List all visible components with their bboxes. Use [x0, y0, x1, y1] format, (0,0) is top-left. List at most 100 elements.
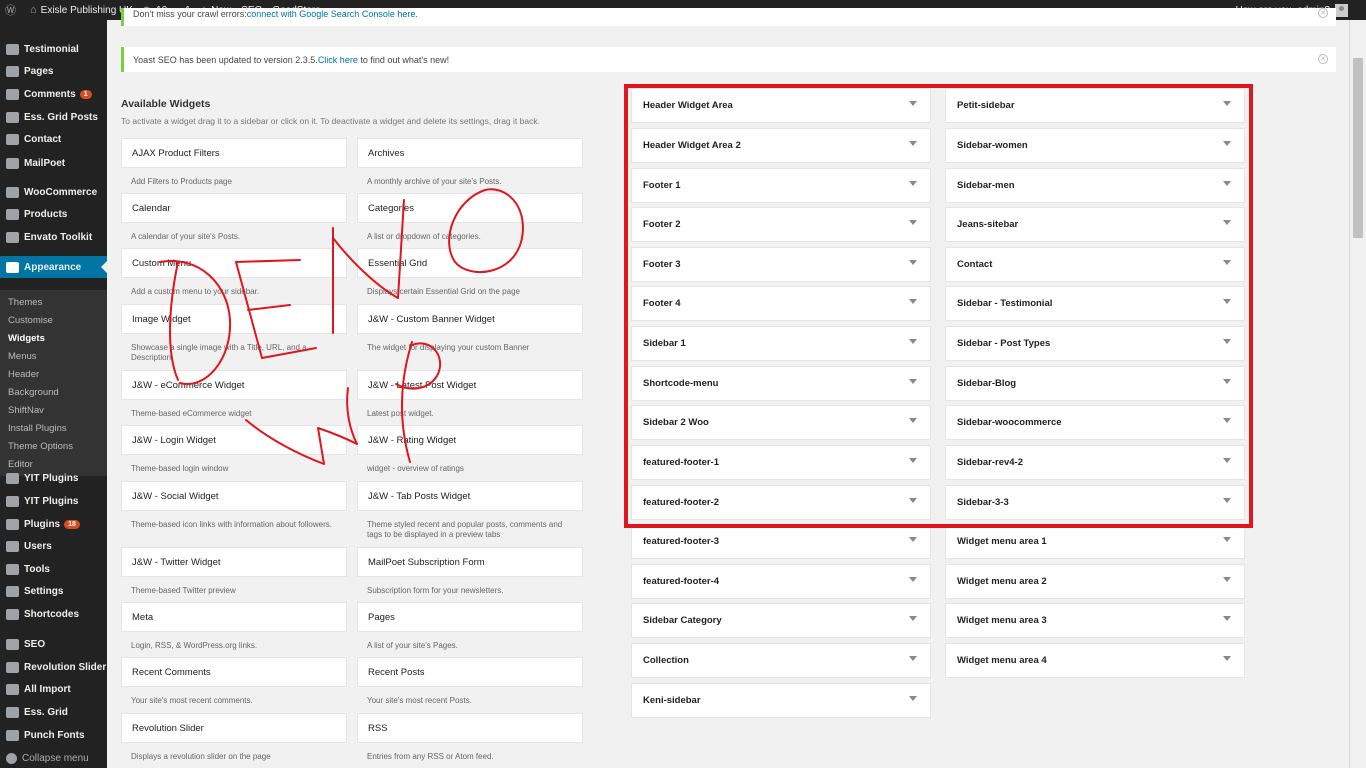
widget-ajax-product-filters[interactable]: AJAX Product Filters Add Filters to Produ…: [121, 138, 347, 187]
widget-title[interactable]: Archives: [357, 138, 583, 168]
widget-title[interactable]: J&W - Social Widget: [121, 481, 347, 511]
sidebar-area-sidebar-rev4-2[interactable]: Sidebar-rev4-2: [945, 445, 1245, 480]
sidebar-area-widget-menu-area-4[interactable]: Widget menu area 4: [945, 643, 1245, 678]
widget-jandw-tab-posts-widget[interactable]: J&W - Tab Posts Widget Theme styled recen…: [357, 481, 583, 540]
sidebar-item-products[interactable]: Products: [0, 203, 107, 225]
widget-jandw-ecommerce-widget[interactable]: J&W - eCommerce Widget Theme-based eComme…: [121, 370, 347, 419]
submenu-item-themes[interactable]: Themes: [8, 297, 42, 308]
sidebar-item-punch-fonts[interactable]: Punch Fonts: [0, 724, 107, 746]
widget-archives[interactable]: Archives A monthly archive of your site's…: [357, 138, 583, 187]
caret-down-icon[interactable]: [909, 299, 917, 304]
caret-down-icon[interactable]: [909, 260, 917, 265]
sidebar-area-jeans-sitebar[interactable]: Jeans-sitebar: [945, 207, 1245, 242]
submenu-item-shiftnav[interactable]: ShiftNav: [8, 405, 44, 416]
sidebar-area-keni-sidebar[interactable]: Keni-sidebar: [631, 683, 931, 718]
sidebar-area-sidebar-testimonial[interactable]: Sidebar - Testimonial: [945, 286, 1245, 321]
widget-revolution-slider[interactable]: Revolution Slider Displays a revolution s…: [121, 713, 347, 762]
caret-down-icon[interactable]: [1223, 379, 1231, 384]
widget-recent-comments[interactable]: Recent Comments Your site's most recent c…: [121, 657, 347, 706]
caret-down-icon[interactable]: [1223, 616, 1231, 621]
caret-down-icon[interactable]: [909, 101, 917, 106]
sidebar-item-revolution-slider[interactable]: Revolution Slider: [0, 656, 107, 678]
widget-rss[interactable]: RSS Entries from any RSS or Atom feed.: [357, 713, 583, 762]
caret-down-icon[interactable]: [909, 577, 917, 582]
widget-title[interactable]: Essential Grid: [357, 248, 583, 278]
widget-pages[interactable]: Pages A list of your site's Pages.: [357, 602, 583, 651]
widget-title[interactable]: Categories: [357, 193, 583, 223]
submenu-item-install-plugins[interactable]: Install Plugins: [8, 423, 67, 434]
widget-categories[interactable]: Categories A list or dropdown of categori…: [357, 193, 583, 242]
widget-title[interactable]: J&W - Twitter Widget: [121, 547, 347, 577]
sidebar-area-sidebar-blog[interactable]: Sidebar-Blog: [945, 366, 1245, 401]
caret-down-icon[interactable]: [909, 616, 917, 621]
widget-title[interactable]: Custom Menu: [121, 248, 347, 278]
sidebar-area-featured-footer-4[interactable]: featured-footer-4: [631, 564, 931, 599]
widget-title[interactable]: Calendar: [121, 193, 347, 223]
caret-down-icon[interactable]: [909, 696, 917, 701]
submenu-item-customise[interactable]: Customise: [8, 315, 53, 326]
caret-down-icon[interactable]: [909, 220, 917, 225]
search-console-link[interactable]: connect with Google Search Console here.: [247, 9, 418, 19]
widget-jandw-custom-banner-widget[interactable]: J&W - Custom Banner Widget The widget for…: [357, 304, 583, 353]
sidebar-area-header-widget-area[interactable]: Header Widget Area: [631, 88, 931, 123]
sidebar-area-sidebar-1[interactable]: Sidebar 1: [631, 326, 931, 361]
widget-jandw-latest-post-widget[interactable]: J&W - Latest Post Widget Latest post widg…: [357, 370, 583, 419]
widget-image-widget[interactable]: Image Widget Showcase a single image with…: [121, 304, 347, 363]
widget-meta[interactable]: Meta Login, RSS, & WordPress.org links.: [121, 602, 347, 651]
caret-down-icon[interactable]: [909, 141, 917, 146]
submenu-item-widgets[interactable]: Widgets: [8, 333, 45, 344]
sidebar-item-shortcodes[interactable]: Shortcodes: [0, 603, 107, 625]
sidebar-item-envato-toolkit[interactable]: Envato Toolkit: [0, 226, 107, 248]
widget-jandw-login-widget[interactable]: J&W - Login Widget Theme-based login wind…: [121, 425, 347, 474]
sidebar-item-yit-plugins-2[interactable]: YIT Plugins: [0, 490, 107, 512]
sidebar-area-widget-menu-area-1[interactable]: Widget menu area 1: [945, 524, 1245, 559]
caret-down-icon[interactable]: [909, 458, 917, 463]
widget-jandw-social-widget[interactable]: J&W - Social Widget Theme-based icon link…: [121, 481, 347, 530]
widget-title[interactable]: MailPoet Subscription Form: [357, 547, 583, 577]
sidebar-item-users[interactable]: Users: [0, 535, 107, 557]
caret-down-icon[interactable]: [1223, 260, 1231, 265]
caret-down-icon[interactable]: [1223, 498, 1231, 503]
sidebar-item-ess-grid[interactable]: Ess. Grid: [0, 701, 107, 723]
sidebar-area-sidebar-woocommerce[interactable]: Sidebar-woocommerce: [945, 405, 1245, 440]
sidebar-area-sidebar-men[interactable]: Sidebar-men: [945, 168, 1245, 203]
sidebar-item-yit-plugins[interactable]: YIT Plugins: [0, 467, 107, 489]
widget-jandw-rating-widget[interactable]: J&W - Rating Widget widget - overview of …: [357, 425, 583, 474]
widget-title[interactable]: J&W - eCommerce Widget: [121, 370, 347, 400]
caret-down-icon[interactable]: [909, 656, 917, 661]
submenu-item-header[interactable]: Header: [8, 369, 39, 380]
widget-calendar[interactable]: Calendar A calendar of your site's Posts.: [121, 193, 347, 242]
sidebar-item-tools[interactable]: Tools: [0, 558, 107, 580]
submenu-item-background[interactable]: Background: [8, 387, 59, 398]
sidebar-item-collapse-menu[interactable]: Collapse menu: [0, 747, 107, 768]
widget-title[interactable]: Revolution Slider: [121, 713, 347, 743]
submenu-item-theme-options[interactable]: Theme Options: [8, 441, 73, 452]
sidebar-item-all-import[interactable]: All Import: [0, 678, 107, 700]
caret-down-icon[interactable]: [1223, 101, 1231, 106]
sidebar-item-testimonial[interactable]: Testimonial: [0, 38, 107, 60]
sidebar-area-shortcode-menu[interactable]: Shortcode-menu: [631, 366, 931, 401]
sidebar-item-comments[interactable]: Comments 1: [0, 83, 107, 105]
sidebar-area-sidebar-category[interactable]: Sidebar Category: [631, 603, 931, 638]
widget-title[interactable]: J&W - Rating Widget: [357, 425, 583, 455]
sidebar-item-seo[interactable]: SEO: [0, 633, 107, 655]
widget-recent-posts[interactable]: Recent Posts Your site's most recent Post…: [357, 657, 583, 706]
sidebar-item-contact[interactable]: Contact: [0, 128, 107, 150]
sidebar-area-footer-2[interactable]: Footer 2: [631, 207, 931, 242]
submenu-item-menus[interactable]: Menus: [8, 351, 37, 362]
widget-title[interactable]: Meta: [121, 602, 347, 632]
sidebar-area-widget-menu-area-3[interactable]: Widget menu area 3: [945, 603, 1245, 638]
dismiss-icon[interactable]: ✕: [1318, 8, 1328, 18]
sidebar-area-petit-sidebar[interactable]: Petit-sidebar: [945, 88, 1245, 123]
sidebar-item-pages[interactable]: Pages: [0, 60, 107, 82]
widget-title[interactable]: AJAX Product Filters: [121, 138, 347, 168]
caret-down-icon[interactable]: [1223, 577, 1231, 582]
sidebar-item-woocommerce[interactable]: WooCommerce: [0, 181, 107, 203]
widget-essential-grid[interactable]: Essential Grid Displays certain Essential…: [357, 248, 583, 297]
scrollbar-thumb[interactable]: [1353, 58, 1363, 238]
widget-title[interactable]: RSS: [357, 713, 583, 743]
caret-down-icon[interactable]: [1223, 537, 1231, 542]
sidebar-area-sidebar-2-woo[interactable]: Sidebar 2 Woo: [631, 405, 931, 440]
sidebar-area-featured-footer-2[interactable]: featured-footer-2: [631, 485, 931, 520]
caret-down-icon[interactable]: [909, 418, 917, 423]
